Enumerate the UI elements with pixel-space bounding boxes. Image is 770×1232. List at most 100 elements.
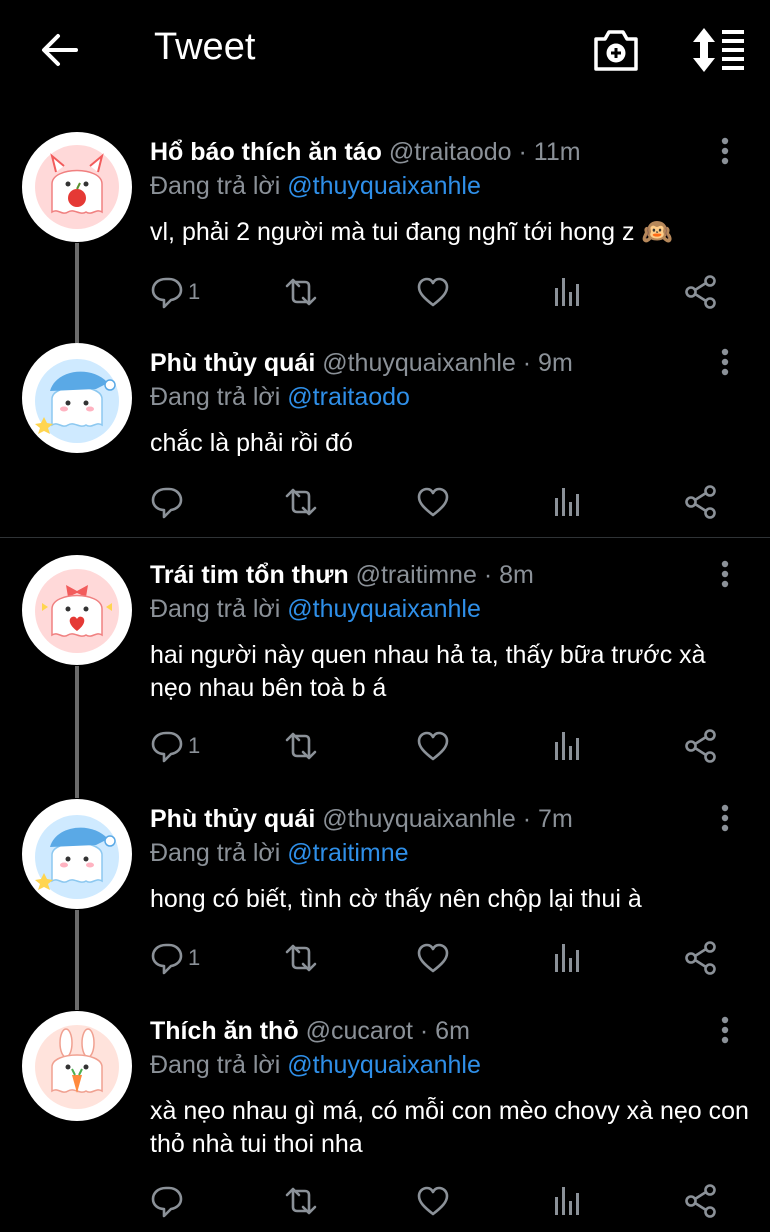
replying-to: Đang trả lời @traitaodo	[150, 383, 410, 412]
display-name[interactable]: Phù thủy quái	[150, 349, 315, 377]
reply-button[interactable]: 1	[150, 726, 200, 766]
bunny-carrot-avatar[interactable]	[22, 1011, 132, 1121]
display-name[interactable]: Thích ăn thỏ	[150, 1017, 299, 1045]
heart-icon	[417, 943, 449, 973]
tweet-text: chắc là phải rồi đó	[150, 429, 353, 457]
reply-mention-link[interactable]: @traitaodo	[287, 383, 410, 411]
share-icon	[685, 1184, 716, 1218]
retweet-icon	[285, 732, 317, 760]
analytics-button[interactable]	[550, 938, 584, 978]
ghost-nightcap-avatar[interactable]	[22, 343, 132, 453]
more-options-icon[interactable]	[712, 803, 738, 833]
replying-to: Đang trả lời @thuyquaixanhle	[150, 172, 481, 201]
tweet-header: Trái tim tổn thưn @traitimne · 8m	[150, 561, 534, 590]
ghost-apple-avatar[interactable]	[22, 132, 132, 242]
timestamp: · 6m	[419, 1017, 470, 1045]
retweet-icon	[285, 944, 317, 972]
tweet-actions	[150, 1181, 750, 1221]
retweet-button[interactable]	[282, 726, 320, 766]
reply-button[interactable]	[150, 1181, 188, 1221]
tweet-header: Hổ báo thích ăn táo @traitaodo · 11m	[150, 138, 581, 167]
thread-line	[75, 666, 79, 798]
retweet-button[interactable]	[282, 482, 320, 522]
analytics-button[interactable]	[550, 272, 584, 312]
user-handle[interactable]: @cucarot	[306, 1017, 413, 1045]
reply-count: 1	[188, 945, 201, 970]
tweet-text: xà nẹo nhau gì má, có mỗi con mèo chovy …	[150, 1097, 749, 1158]
display-name[interactable]: Hổ báo thích ăn táo	[150, 138, 382, 166]
retweet-icon	[285, 278, 317, 306]
thread-divider	[0, 537, 770, 538]
tweet-actions	[150, 482, 750, 522]
share-button[interactable]	[684, 726, 718, 766]
user-handle[interactable]: @traitimne	[356, 561, 477, 589]
share-icon	[685, 941, 716, 975]
analytics-button[interactable]	[550, 1181, 584, 1221]
tweet-header: Phù thủy quái @thuyquaixanhle · 7m	[150, 805, 573, 834]
analytics-button[interactable]	[550, 726, 584, 766]
display-name[interactable]: Trái tim tổn thưn	[150, 561, 349, 589]
share-button[interactable]	[684, 1181, 718, 1221]
tweet-text: vl, phải 2 người mà tui đang nghĩ tới ho…	[150, 218, 673, 246]
retweet-icon	[285, 488, 317, 516]
replying-to: Đang trả lời @thuyquaixanhle	[150, 595, 481, 624]
user-handle[interactable]: @traitaodo	[389, 138, 512, 166]
share-button[interactable]	[684, 938, 718, 978]
ghost-nightcap-avatar[interactable]	[22, 799, 132, 909]
reply-mention-link[interactable]: @thuyquaixanhle	[287, 1051, 481, 1079]
reply-mention-link[interactable]: @traitimne	[287, 839, 408, 867]
more-options-icon[interactable]	[712, 1015, 738, 1045]
retweet-button[interactable]	[282, 1181, 320, 1221]
more-options-icon[interactable]	[712, 347, 738, 377]
tweet-header: Thích ăn thỏ @cucarot · 6m	[150, 1017, 470, 1046]
back-arrow-icon[interactable]	[38, 28, 82, 72]
thread-line	[75, 243, 79, 343]
user-handle[interactable]: @thuyquaixanhle	[322, 349, 516, 377]
tweet-actions: 1	[150, 726, 750, 766]
like-button[interactable]	[416, 1181, 450, 1221]
tweet-text: hai người này quen nhau hả ta, thấy bữa …	[150, 641, 706, 702]
share-button[interactable]	[684, 272, 718, 312]
retweet-button[interactable]	[282, 272, 320, 312]
reply-button[interactable]: 1	[150, 938, 200, 978]
tweet-text: hong có biết, tình cờ thấy nên chộp lại …	[150, 885, 642, 913]
tweet-header: Phù thủy quái @thuyquaixanhle · 9m	[150, 349, 573, 378]
retweet-button[interactable]	[282, 938, 320, 978]
more-options-icon[interactable]	[712, 136, 738, 166]
heart-icon	[417, 1186, 449, 1216]
heart-icon	[417, 731, 449, 761]
reply-button[interactable]	[150, 482, 188, 522]
like-button[interactable]	[416, 726, 450, 766]
heart-icon	[417, 487, 449, 517]
ghost-heart-avatar[interactable]	[22, 555, 132, 665]
like-button[interactable]	[416, 272, 450, 312]
like-button[interactable]	[416, 938, 450, 978]
analytics-icon	[555, 732, 579, 760]
tweet-actions: 1	[150, 938, 750, 978]
timestamp: · 9m	[522, 349, 573, 377]
more-options-icon[interactable]	[712, 559, 738, 589]
reply-mention-link[interactable]: @thuyquaixanhle	[287, 595, 481, 623]
user-handle[interactable]: @thuyquaixanhle	[322, 805, 516, 833]
reply-mention-link[interactable]: @thuyquaixanhle	[287, 172, 481, 200]
reply-icon	[151, 943, 183, 975]
reply-count: 1	[188, 279, 201, 304]
reply-button[interactable]: 1	[150, 272, 200, 312]
share-button[interactable]	[684, 482, 718, 522]
like-button[interactable]	[416, 482, 450, 522]
reply-prefix: Đang trả lời	[150, 172, 281, 200]
page-title: Tweet	[154, 26, 256, 68]
reply-count: 1	[188, 733, 201, 758]
sort-toggle-icon[interactable]	[690, 27, 748, 73]
analytics-icon	[555, 944, 579, 972]
heart-icon	[417, 277, 449, 307]
share-icon	[685, 729, 716, 763]
analytics-button[interactable]	[550, 482, 584, 522]
reply-icon	[151, 487, 183, 519]
tweet-actions: 1	[150, 272, 750, 312]
replying-to: Đang trả lời @traitimne	[150, 839, 409, 868]
reply-icon	[151, 1186, 183, 1218]
display-name[interactable]: Phù thủy quái	[150, 805, 315, 833]
reply-prefix: Đang trả lời	[150, 383, 281, 411]
camera-plus-icon[interactable]	[590, 27, 642, 73]
